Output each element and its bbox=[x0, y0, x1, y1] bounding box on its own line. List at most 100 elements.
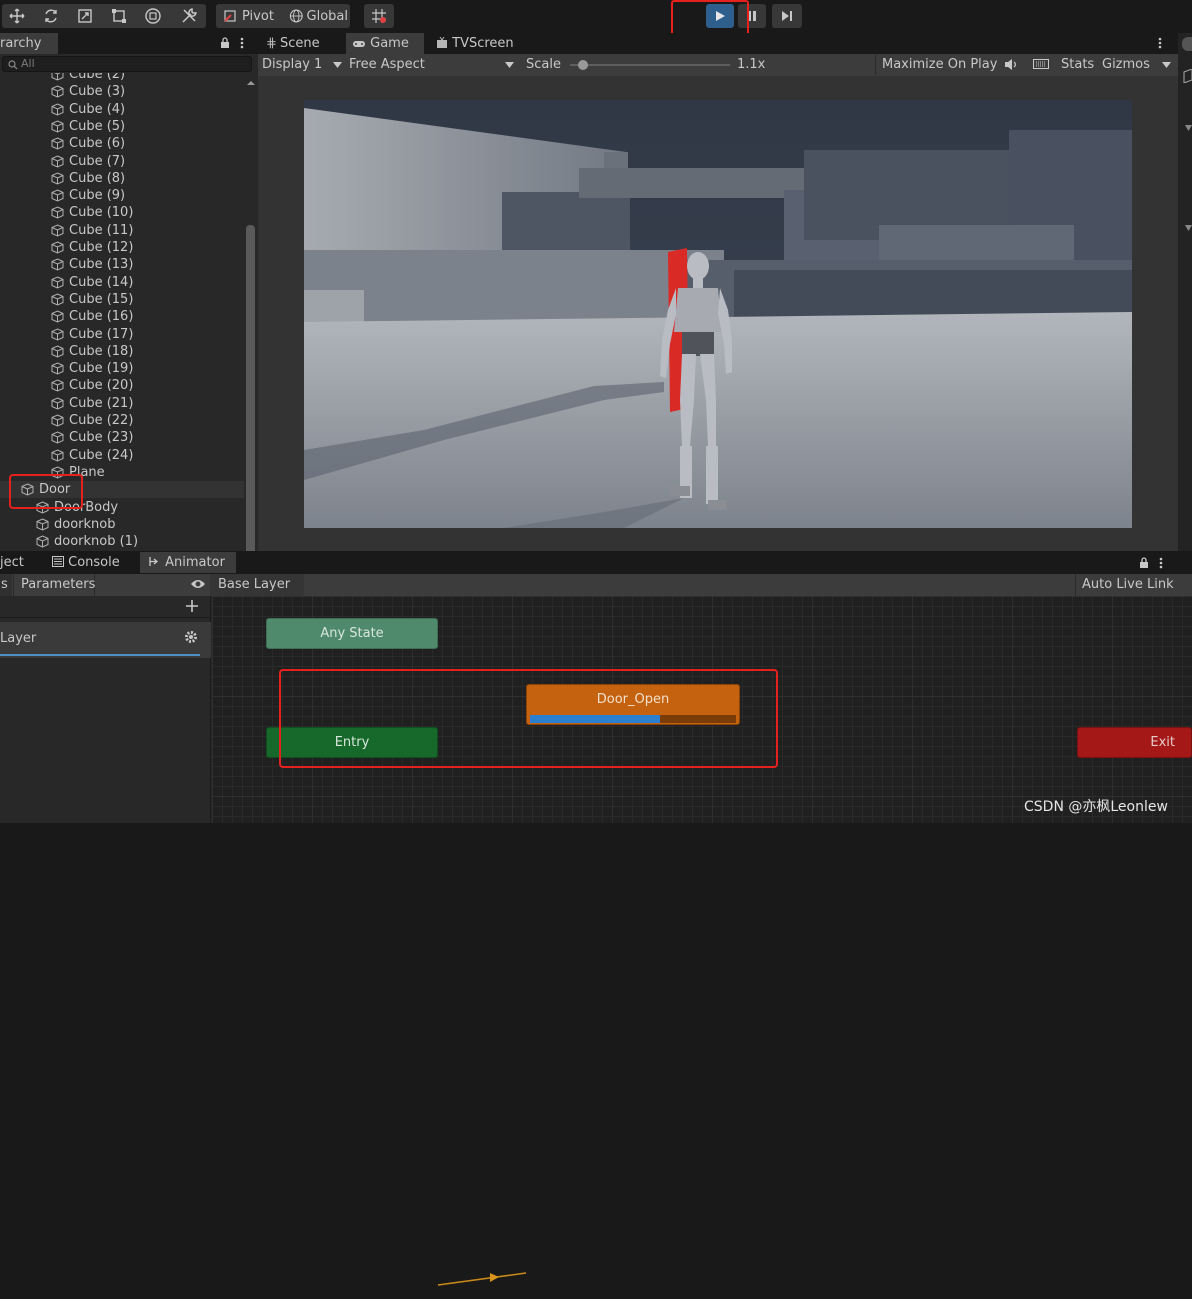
display-dropdown[interactable]: Display 1 bbox=[262, 55, 344, 75]
global-toggle[interactable]: Global bbox=[286, 4, 348, 28]
cube-icon bbox=[51, 345, 64, 358]
hierarchy-item[interactable]: Cube (19) bbox=[0, 360, 244, 377]
tab-console[interactable]: Console bbox=[46, 552, 128, 573]
cube-icon bbox=[51, 276, 64, 289]
tab-animator[interactable]: Animator bbox=[140, 552, 236, 573]
hierarchy-item[interactable]: Cube (8) bbox=[0, 170, 244, 187]
scale-slider-handle[interactable] bbox=[578, 60, 588, 70]
cube-icon bbox=[51, 241, 64, 254]
hierarchy-item[interactable]: Cube (21) bbox=[0, 395, 244, 412]
hierarchy-search-field[interactable]: All bbox=[2, 56, 252, 72]
hierarchy-item[interactable]: Cube (12) bbox=[0, 239, 244, 256]
custom-tool-button[interactable] bbox=[174, 4, 204, 28]
chevron-down-icon[interactable] bbox=[1185, 125, 1192, 133]
hierarchy-item[interactable]: Cube (24) bbox=[0, 447, 244, 464]
rect-transform-icon bbox=[112, 9, 126, 23]
console-icon bbox=[52, 556, 64, 567]
tab-project-label: ject bbox=[0, 555, 24, 570]
hierarchy-child-item[interactable]: doorknob bbox=[0, 516, 244, 533]
hierarchy-item[interactable]: Cube (4) bbox=[0, 101, 244, 118]
add-layer-icon[interactable] bbox=[185, 599, 199, 613]
rect-tool-button[interactable] bbox=[106, 4, 132, 28]
hierarchy-item-label: Cube (15) bbox=[69, 291, 134, 307]
hierarchy-item[interactable]: Cube (6) bbox=[0, 135, 244, 152]
tab-scene[interactable]: ⋕ Scene bbox=[260, 33, 344, 54]
hierarchy-item-label: Cube (10) bbox=[69, 205, 134, 221]
hierarchy-item[interactable]: Cube (10) bbox=[0, 204, 244, 221]
layer-row[interactable]: Layer bbox=[0, 622, 211, 658]
hierarchy-item[interactable]: Cube (23) bbox=[0, 429, 244, 446]
kebab-menu-icon[interactable] bbox=[1159, 557, 1163, 569]
kebab-menu-icon[interactable] bbox=[240, 37, 244, 49]
hierarchy-item[interactable]: Cube (17) bbox=[0, 326, 244, 343]
rotate-tool-button[interactable] bbox=[38, 4, 64, 28]
hierarchy-item[interactable]: Cube (18) bbox=[0, 343, 244, 360]
cube-icon bbox=[51, 224, 64, 237]
hierarchy-item-label: Cube (19) bbox=[69, 361, 134, 377]
lock-icon[interactable] bbox=[219, 36, 231, 49]
gear-icon[interactable] bbox=[184, 630, 198, 644]
grid-snap-button[interactable] bbox=[364, 4, 394, 28]
hierarchy-item[interactable]: Cube (16) bbox=[0, 308, 244, 325]
hierarchy-item-label: Cube (13) bbox=[69, 257, 134, 273]
hierarchy-item[interactable]: Cube (7) bbox=[0, 153, 244, 170]
exit-node[interactable]: Exit bbox=[1077, 727, 1192, 758]
hierarchy-item[interactable]: Cube (13) bbox=[0, 256, 244, 273]
tab-project[interactable]: ject bbox=[0, 552, 32, 573]
scale-slider-track[interactable] bbox=[570, 64, 730, 66]
hierarchy-child-item[interactable]: doorknob (1) bbox=[0, 533, 244, 550]
hierarchy-tab[interactable]: rarchy bbox=[0, 33, 58, 54]
hierarchy-panel: rarchy All Cube (2) Cube (3) Cube (4) Cube … bbox=[0, 33, 258, 583]
chevron-down-icon[interactable] bbox=[1185, 225, 1192, 233]
hierarchy-item[interactable]: Cube (11) bbox=[0, 222, 244, 239]
lock-icon[interactable] bbox=[1138, 556, 1150, 569]
keyboard-icon[interactable] bbox=[1033, 58, 1049, 70]
hierarchy-item[interactable]: Cube (15) bbox=[0, 291, 244, 308]
cube-icon bbox=[51, 293, 64, 306]
chevron-down-icon bbox=[1162, 62, 1171, 68]
cube-icon bbox=[51, 362, 64, 375]
hierarchy-scroll-thumb[interactable] bbox=[246, 225, 255, 555]
tab-scene-label: Scene bbox=[280, 36, 320, 51]
parameters-tab[interactable]: Parameters bbox=[13, 574, 95, 596]
scale-tool-button[interactable] bbox=[72, 4, 98, 28]
tab-tvscreen[interactable]: TVScreen bbox=[430, 33, 530, 54]
eye-icon[interactable] bbox=[190, 578, 206, 590]
transform-tool-button[interactable] bbox=[140, 4, 166, 28]
breadcrumb[interactable]: Base Layer bbox=[210, 574, 305, 596]
scroll-up-icon[interactable] bbox=[246, 80, 256, 86]
pivot-toggle[interactable]: Pivot bbox=[218, 4, 280, 28]
step-button[interactable] bbox=[772, 4, 802, 28]
transform-icon bbox=[145, 8, 161, 24]
hierarchy-item-label: Cube (2) bbox=[69, 73, 126, 82]
inspector-collapsed-tab[interactable] bbox=[1182, 37, 1192, 51]
entry-transition-arrow[interactable] bbox=[436, 1269, 536, 1299]
gizmos-dropdown[interactable]: Gizmos bbox=[1098, 55, 1176, 75]
hierarchy-item[interactable]: Cube (3) bbox=[0, 83, 244, 100]
scene-grid-icon: ⋕ bbox=[266, 36, 277, 51]
stats-toggle[interactable]: Stats bbox=[1061, 55, 1094, 75]
tab-game[interactable]: Game bbox=[346, 33, 424, 54]
hierarchy-item[interactable]: Cube (20) bbox=[0, 377, 244, 394]
layers-tab[interactable]: s bbox=[0, 574, 12, 596]
auto-live-link-toggle[interactable]: Auto Live Link bbox=[1075, 574, 1175, 596]
hierarchy-item[interactable]: Cube (22) bbox=[0, 412, 244, 429]
chevron-down-icon bbox=[333, 62, 342, 68]
kebab-menu-icon[interactable] bbox=[1158, 37, 1162, 49]
aspect-dropdown[interactable]: Free Aspect bbox=[349, 55, 517, 75]
any-state-node[interactable]: Any State bbox=[266, 618, 438, 649]
game-viewport[interactable] bbox=[258, 76, 1178, 551]
tab-animator-label: Animator bbox=[165, 555, 225, 570]
watermark: CSDN @亦枫Leonlew bbox=[1024, 799, 1168, 815]
cube-icon bbox=[36, 518, 49, 531]
move-tool-button[interactable] bbox=[4, 4, 30, 28]
audio-mute-icon[interactable] bbox=[1004, 58, 1018, 71]
hierarchy-item-label: Cube (17) bbox=[69, 326, 134, 342]
hierarchy-item[interactable]: Cube (5) bbox=[0, 118, 244, 135]
maximize-on-play-toggle[interactable]: Maximize On Play bbox=[875, 55, 999, 75]
hierarchy-item[interactable]: Cube (9) bbox=[0, 187, 244, 204]
hierarchy-scrollbar[interactable] bbox=[244, 73, 258, 583]
hierarchy-item-label: Cube (24) bbox=[69, 447, 134, 463]
hierarchy-item[interactable]: Cube (2) bbox=[0, 73, 244, 83]
hierarchy-item[interactable]: Cube (14) bbox=[0, 274, 244, 291]
